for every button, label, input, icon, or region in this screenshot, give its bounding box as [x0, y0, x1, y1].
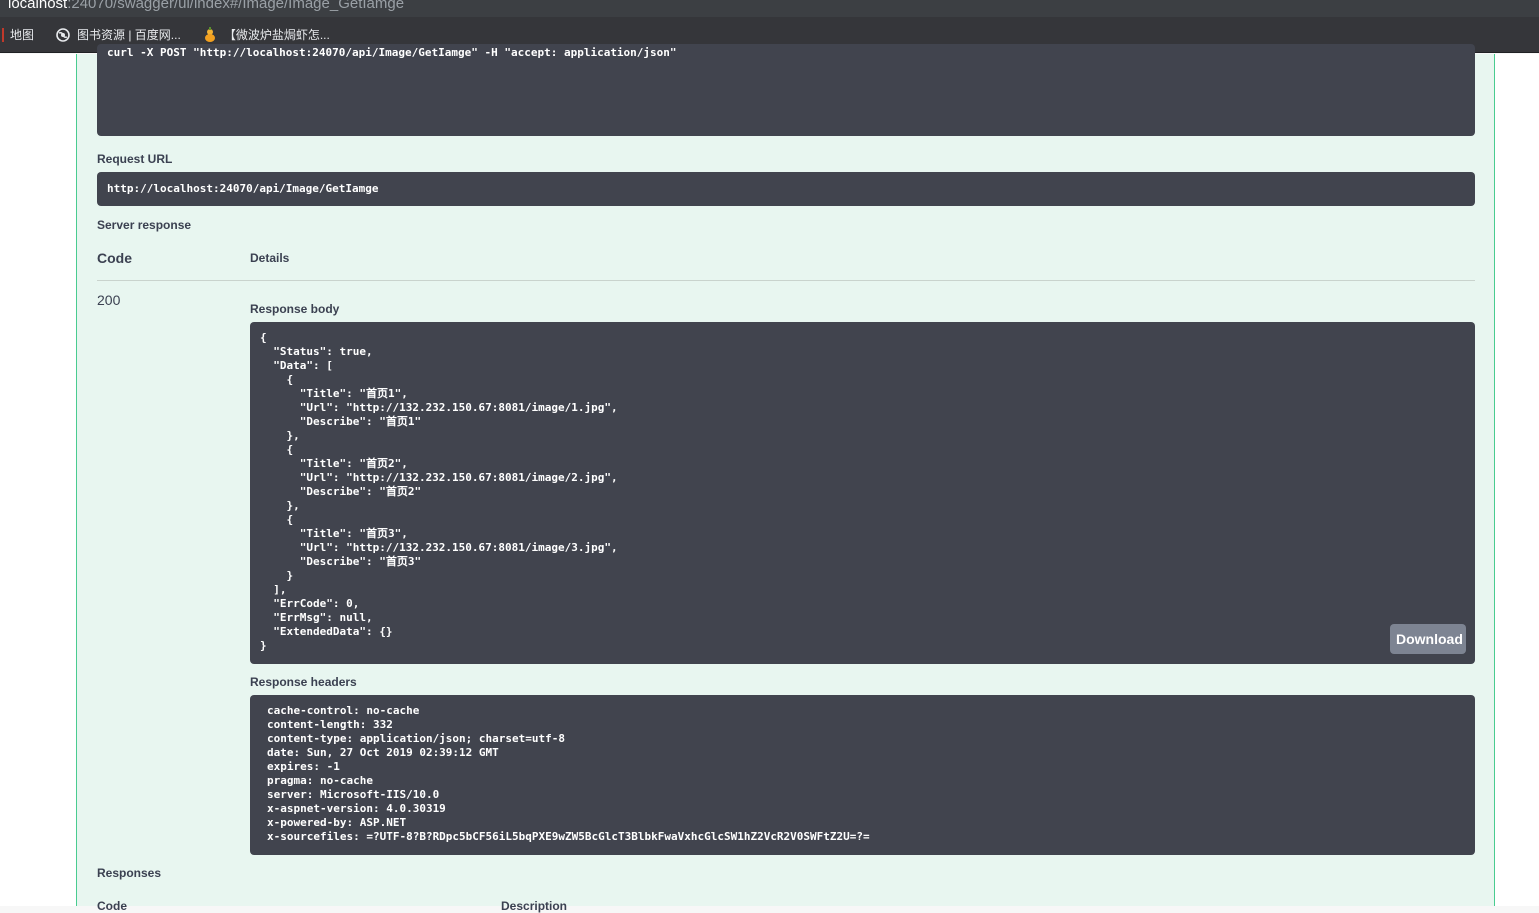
- address-bar[interactable]: localhost:24070/swagger/ui/index#/Image/…: [0, 0, 1539, 17]
- response-body-box: { "Status": true, "Data": [ { "Title": "…: [250, 322, 1475, 664]
- operation-block: curl -X POST "http://localhost:24070/api…: [76, 44, 1495, 913]
- globe-icon: [56, 27, 70, 42]
- code-column-header: Code: [97, 250, 132, 266]
- request-url-value: http://localhost:24070/api/Image/GetIamg…: [97, 172, 1475, 206]
- response-headers-label: Response headers: [250, 675, 357, 689]
- response-headers-text: cache-control: no-cache content-length: …: [267, 704, 870, 843]
- bookmark-map[interactable]: 地图: [2, 26, 34, 43]
- curl-command-box: curl -X POST "http://localhost:24070/api…: [97, 44, 1475, 136]
- address-host: localhost: [8, 0, 68, 12]
- server-response-label: Server response: [97, 218, 192, 232]
- details-column-header: Details: [250, 251, 290, 265]
- responses-description-header: Description: [501, 899, 568, 913]
- response-body-label: Response body: [250, 302, 340, 316]
- address-path: :24070/swagger/ui/index#/Image/Image_Get…: [67, 0, 405, 12]
- separator-icon: [2, 27, 4, 42]
- table-divider: [97, 280, 1475, 281]
- responses-label: Responses: [97, 866, 162, 880]
- response-headers-box: cache-control: no-cache content-length: …: [250, 695, 1475, 855]
- swagger-page: curl -X POST "http://localhost:24070/api…: [0, 44, 1539, 913]
- responses-code-header: Code: [97, 899, 127, 913]
- bookmark-label: 【微波炉盐焗虾怎...: [223, 28, 330, 42]
- download-button[interactable]: Download: [1390, 624, 1466, 654]
- response-body-json: { "Status": true, "Data": [ { "Title": "…: [260, 331, 618, 652]
- gourd-icon: [203, 26, 217, 42]
- bookmark-label: 地图: [10, 28, 35, 42]
- response-status-code: 200: [97, 292, 121, 308]
- bookmark-recipe[interactable]: 【微波炉盐焗虾怎...: [203, 26, 330, 43]
- bookmark-label: 图书资源 | 百度网...: [77, 28, 181, 42]
- curl-command: curl -X POST "http://localhost:24070/api…: [107, 46, 677, 59]
- request-url-label: Request URL: [97, 152, 173, 166]
- bookmark-book-resources[interactable]: 图书资源 | 百度网...: [56, 26, 181, 43]
